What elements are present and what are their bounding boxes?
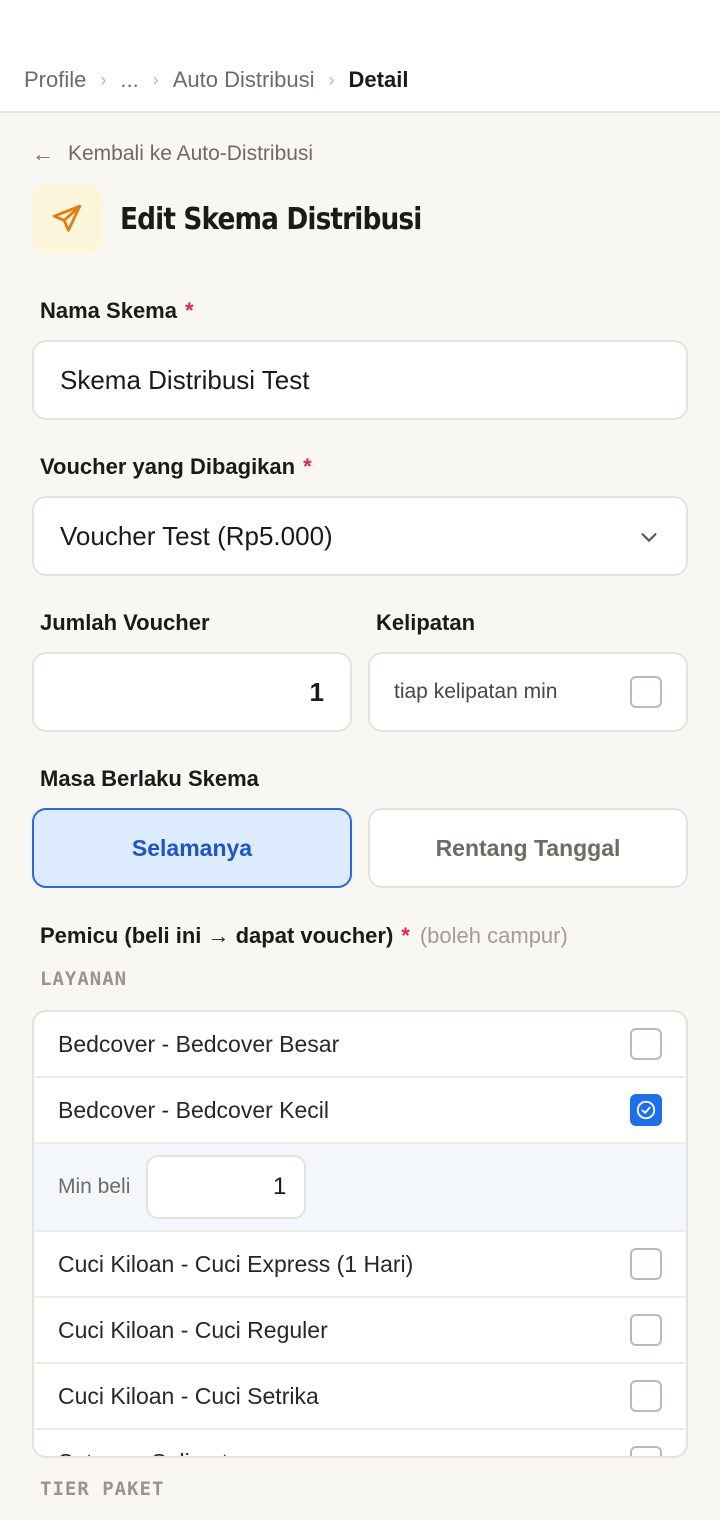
- top-bar: Profile › ... › Auto Distribusi › Detail: [0, 0, 720, 113]
- list-item-label: Cuci Kiloan - Cuci Reguler: [58, 1316, 328, 1343]
- min-beli-value: 1: [273, 1173, 287, 1200]
- paper-plane-icon: [32, 184, 102, 254]
- breadcrumb-auto-distribusi[interactable]: Auto Distribusi: [173, 67, 315, 93]
- list-item-checkbox[interactable]: [630, 1028, 662, 1060]
- required-marker: *: [303, 454, 312, 479]
- nama-skema-input[interactable]: Skema Distribusi Test: [32, 340, 688, 420]
- kelipatan-option-text: tiap kelipatan min: [394, 680, 558, 703]
- list-item-checkbox-checked[interactable]: [630, 1094, 662, 1126]
- required-marker: *: [401, 923, 410, 948]
- back-link[interactable]: ← Kembali ke Auto-Distribusi: [32, 140, 313, 168]
- list-item-label: Satuan - Selimut: [58, 1449, 228, 1457]
- chevron-right-icon: ›: [328, 69, 335, 90]
- page-title: Edit Skema Distribusi: [120, 201, 422, 237]
- arrow-left-icon: ←: [32, 141, 54, 166]
- list-item-label: Bedcover - Bedcover Kecil: [58, 1096, 330, 1123]
- section-layanan: LAYANAN: [40, 968, 128, 990]
- pemicu-hint: (boleh campur): [419, 923, 568, 948]
- jumlah-voucher-value: 1: [309, 676, 324, 707]
- chevron-right-icon: ›: [152, 69, 159, 90]
- list-item[interactable]: Bedcover - Bedcover Kecil: [34, 1078, 686, 1144]
- list-item[interactable]: Cuci Kiloan - Cuci Express (1 Hari): [34, 1232, 686, 1298]
- list-item[interactable]: Cuci Kiloan - Cuci Setrika: [34, 1364, 686, 1430]
- list-item-label: Bedcover - Bedcover Besar: [58, 1030, 340, 1057]
- list-item[interactable]: Satuan - Selimut: [34, 1430, 686, 1457]
- jumlah-voucher-input[interactable]: 1: [32, 652, 352, 732]
- masa-selamanya-button[interactable]: Selamanya: [32, 808, 352, 888]
- list-item-label: Cuci Kiloan - Cuci Setrika: [58, 1382, 319, 1409]
- pemicu-label: Pemicu (beli ini → dapat voucher) * (bol…: [40, 921, 568, 951]
- check-circle-icon: [636, 1100, 656, 1120]
- pemicu-label-text: Pemicu (beli ini → dapat voucher): [40, 923, 394, 948]
- nama-skema-label: Nama Skema *: [40, 296, 194, 326]
- nama-skema-value: Skema Distribusi Test: [60, 364, 310, 395]
- breadcrumb-profile[interactable]: Profile: [24, 67, 86, 93]
- masa-rentang-tanggal-button[interactable]: Rentang Tanggal: [368, 808, 688, 888]
- section-tier-paket: TIER PAKET: [40, 1478, 165, 1500]
- breadcrumb-ellipsis[interactable]: ...: [120, 67, 138, 93]
- kelipatan-checkbox[interactable]: [630, 676, 662, 708]
- title-row: Edit Skema Distribusi: [32, 184, 463, 254]
- masa-berlaku-label: Masa Berlaku Skema: [40, 766, 259, 791]
- required-marker: *: [184, 298, 194, 323]
- kelipatan-toggle[interactable]: tiap kelipatan min: [368, 652, 688, 732]
- jumlah-voucher-label: Jumlah Voucher: [40, 610, 210, 635]
- back-link-label: Kembali ke Auto-Distribusi: [68, 142, 314, 165]
- min-beli-row: Min beli 1: [34, 1144, 686, 1232]
- list-item[interactable]: Cuci Kiloan - Cuci Reguler: [34, 1298, 686, 1364]
- min-beli-label: Min beli: [58, 1175, 131, 1198]
- list-item-label: Cuci Kiloan - Cuci Express (1 Hari): [58, 1250, 414, 1277]
- voucher-select[interactable]: Voucher Test (Rp5.000): [32, 496, 688, 576]
- list-item-checkbox[interactable]: [630, 1248, 662, 1280]
- voucher-selected-value: Voucher Test (Rp5.000): [60, 520, 333, 551]
- nama-skema-label-text: Nama Skema: [40, 298, 177, 323]
- list-item-checkbox[interactable]: [630, 1446, 662, 1456]
- min-beli-input[interactable]: 1: [146, 1155, 307, 1219]
- list-item-checkbox[interactable]: [630, 1380, 662, 1412]
- breadcrumb: Profile › ... › Auto Distribusi › Detail: [24, 66, 408, 94]
- voucher-label-text: Voucher yang Dibagikan: [40, 454, 296, 479]
- breadcrumb-current: Detail: [348, 67, 409, 92]
- kelipatan-label: Kelipatan: [376, 610, 476, 635]
- list-item-checkbox[interactable]: [630, 1314, 662, 1346]
- list-item[interactable]: Bedcover - Bedcover Besar: [34, 1012, 686, 1078]
- chevron-right-icon: ›: [100, 69, 107, 90]
- layanan-list[interactable]: Bedcover - Bedcover Besar Bedcover - Bed…: [32, 1010, 688, 1458]
- chevron-down-icon: [641, 533, 657, 542]
- voucher-label: Voucher yang Dibagikan *: [40, 452, 312, 482]
